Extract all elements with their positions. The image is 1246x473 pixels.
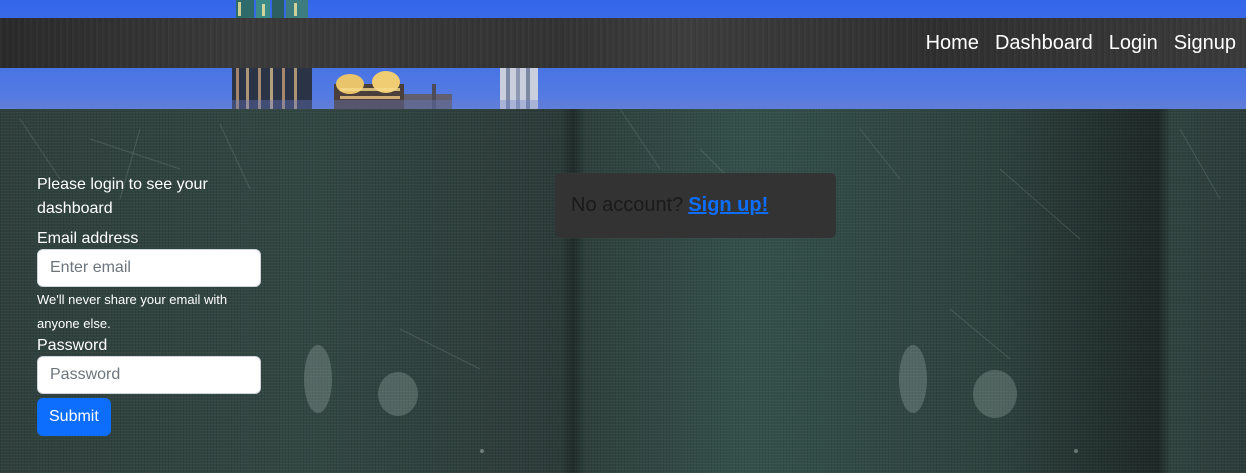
submit-button[interactable]: Submit (37, 398, 111, 436)
login-form: Please login to see your dashboard Email… (37, 173, 261, 436)
signup-link[interactable]: Sign up! (688, 194, 768, 217)
email-label: Email address (37, 230, 139, 247)
top-navbar: Home Dashboard Login Signup (0, 18, 1246, 68)
signup-prompt-text: No account? (571, 194, 684, 216)
password-input[interactable] (37, 356, 261, 394)
login-intro-text: Please login to see your dashboard (37, 176, 208, 217)
email-input[interactable] (37, 249, 261, 287)
nav-login-link[interactable]: Login (1109, 32, 1158, 55)
email-help-text: We'll never share your email with anyone… (37, 292, 228, 331)
nav-dashboard-link[interactable]: Dashboard (995, 32, 1093, 55)
password-label: Password (37, 337, 108, 354)
nav-home-link[interactable]: Home (926, 32, 979, 55)
signup-prompt-card: No account? Sign up! (555, 173, 836, 238)
nav-signup-link[interactable]: Signup (1174, 32, 1236, 55)
